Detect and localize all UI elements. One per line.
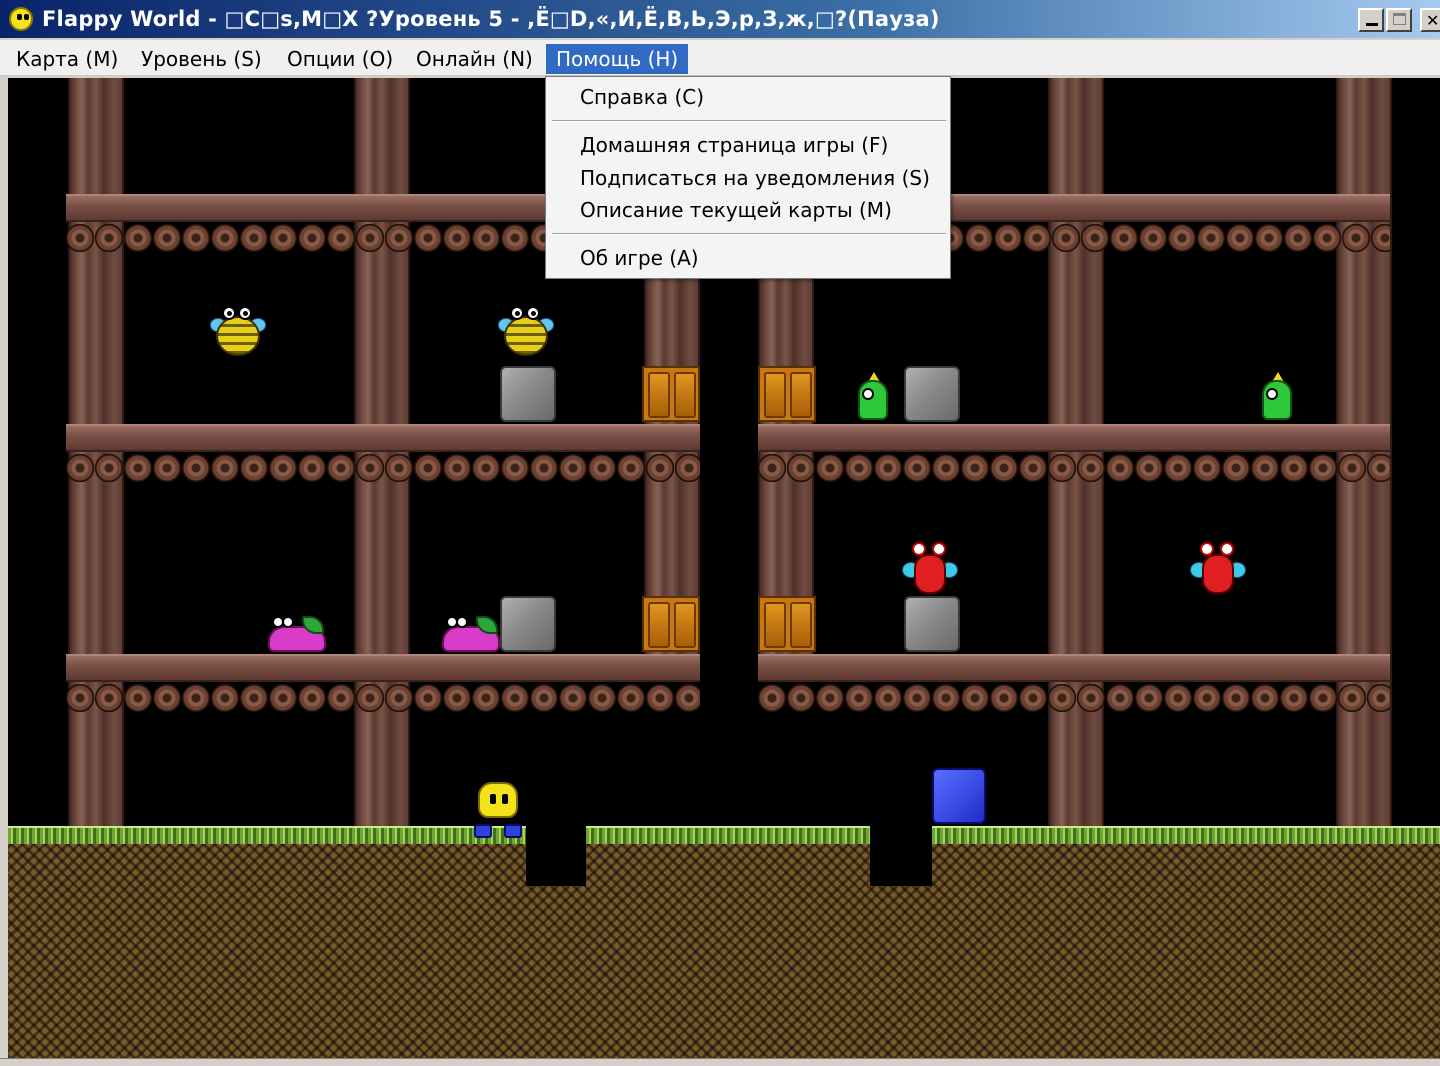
pink-slug-enemy [442,608,502,654]
menu-separator [552,120,946,122]
menu-map[interactable]: Карта (M) [6,44,128,74]
wooden-beam [758,654,1390,682]
menu-options[interactable]: Опции (O) [277,44,403,74]
log-row [758,684,1390,712]
wooden-door [758,596,816,652]
menu-separator [552,233,946,235]
grass-strip [586,826,870,844]
title-bar[interactable]: Flappy World - □C□s,M□X ?Уровень 5 - ,Ё□… [0,0,1440,38]
menu-item-map-description[interactable]: Описание текущей карты (M) [580,195,892,225]
wooden-door [642,596,700,652]
wooden-beam [66,424,700,452]
stone-block [500,596,556,652]
menu-item-about[interactable]: Об игре (A) [580,243,699,273]
bee-enemy [498,306,554,362]
green-bird-enemy [1258,372,1298,424]
wooden-post [354,78,410,828]
log-row [758,454,1390,482]
window-title: Flappy World - □C□s,M□X ?Уровень 5 - ,Ё□… [42,7,940,31]
close-button[interactable]: ✕ [1420,8,1440,32]
stone-block [904,596,960,652]
maximize-icon [1393,13,1406,25]
menu-bar: Карта (M) Уровень (S) Опции (O) Онлайн (… [0,40,1440,76]
menu-help[interactable]: Помощь (H) [546,44,689,74]
ground-pit [526,826,586,886]
red-bug-enemy [1190,540,1246,596]
wooden-door [758,366,816,422]
grass-strip [8,826,526,844]
flappy-player [474,782,526,840]
bee-enemy [210,306,266,362]
pink-slug-enemy [268,608,328,654]
menu-item-subscribe[interactable]: Подписаться на уведомления (S) [580,163,930,193]
blue-stone-goal [932,768,986,824]
maximize-button[interactable] [1386,8,1412,32]
minimize-icon [1366,23,1378,26]
red-bug-enemy [902,540,958,596]
stone-block [904,366,960,422]
flappy-face-icon [6,4,36,34]
window-bottom-border [0,1058,1440,1066]
menu-item-homepage[interactable]: Домашняя страница игры (F) [580,130,888,160]
stone-block [500,366,556,422]
wooden-beam [758,424,1390,452]
green-bird-enemy [854,372,894,424]
log-row [66,454,700,482]
wooden-door [642,366,700,422]
ground-pit [870,826,932,886]
minimize-button[interactable] [1358,8,1384,32]
wooden-post [68,78,124,828]
wooden-post [1336,78,1392,828]
menu-level[interactable]: Уровень (S) [131,44,272,74]
help-dropdown-menu: Справка (C) Домашняя страница игры (F) П… [545,76,951,279]
wooden-post [1048,78,1104,828]
wooden-beam [66,654,700,682]
log-row [66,684,700,712]
earth-ground [8,838,1440,1058]
close-icon: ✕ [1426,11,1440,30]
menu-online[interactable]: Онлайн (N) [406,44,543,74]
menu-item-help[interactable]: Справка (C) [580,82,704,112]
grass-strip [932,826,1440,844]
